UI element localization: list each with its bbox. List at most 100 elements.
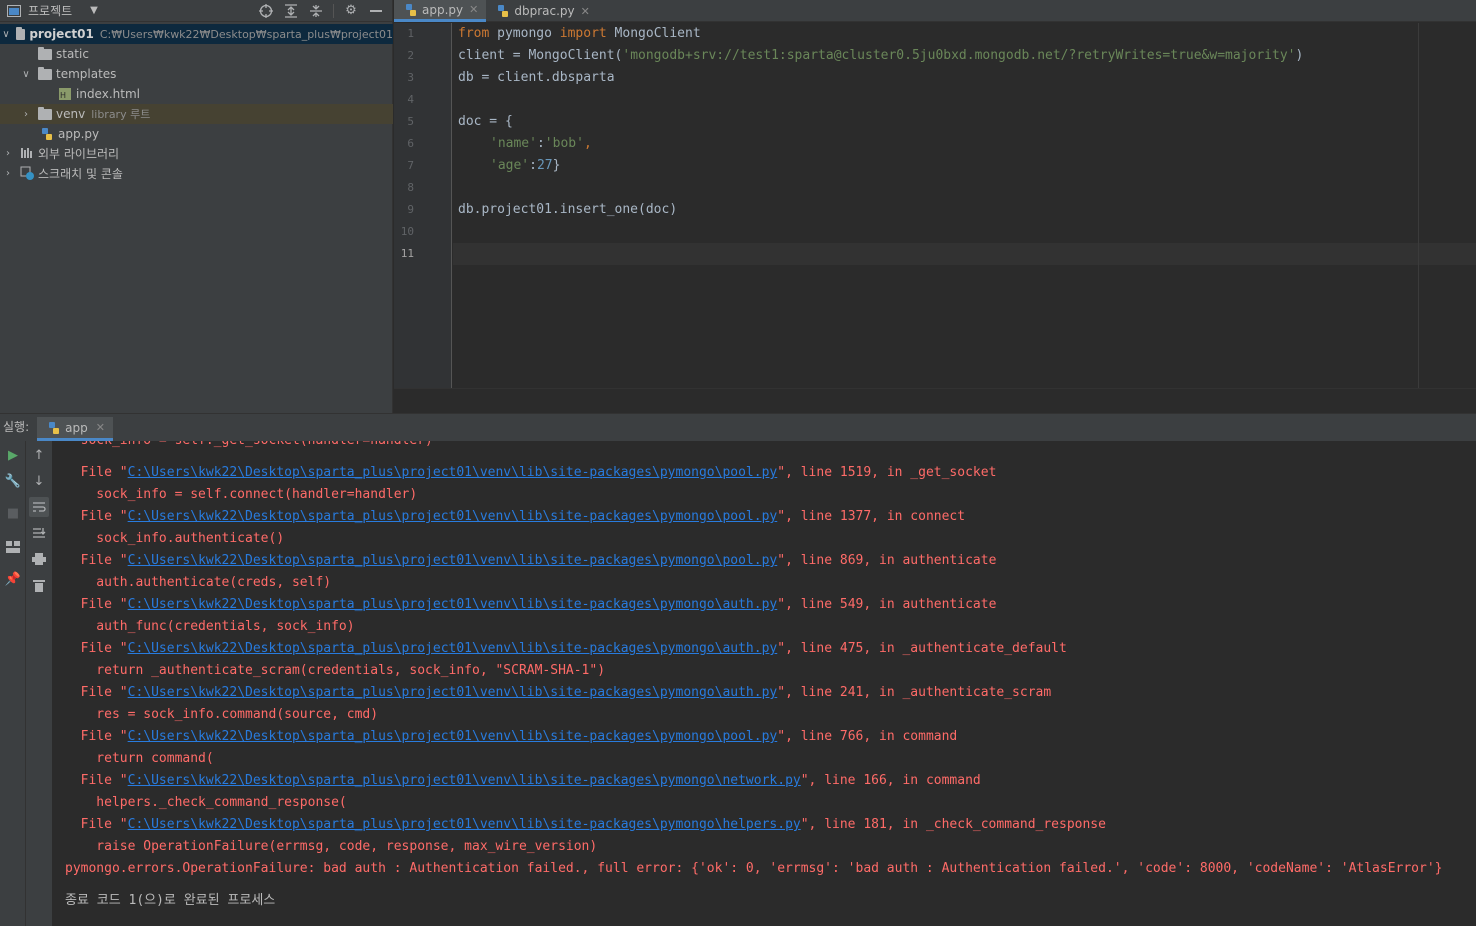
line-number: 7 [407,159,414,172]
tree-item-scratches[interactable]: › 스크래치 및 콘솔 [0,163,393,183]
console-text: File " [65,597,128,612]
run-tab-label: app [65,420,88,435]
folder-icon [38,106,52,120]
tree-item-label: app.py [58,127,100,141]
chevron-right-icon[interactable]: › [2,168,14,179]
file-link[interactable]: C:\Users\kwk22\Desktop\sparta_plus\proje… [128,773,801,788]
console-text: helpers._check_command_response( [65,795,347,810]
line-number: 9 [407,203,414,216]
tree-item-app-py[interactable]: app.py [0,124,393,144]
code-line-9: db.project01.insert_one(doc) [458,202,678,217]
locate-icon[interactable] [258,3,274,19]
console-line: File "C:\Users\kwk22\Desktop\sparta_plus… [65,594,997,616]
code-line-2: client = MongoClient('mongodb+srv://test… [458,48,1304,63]
line-number: 11 [400,247,414,260]
code-line-1: from pymongo import MongoClient [458,26,701,41]
tree-item-external-libraries[interactable]: › 외부 라이브러리 [0,143,393,163]
console-line: res = sock_info.command(source, cmd) [65,704,378,726]
tab-label: app.py [422,2,464,17]
console-text: File " [65,729,128,744]
tab-label: dbprac.py [514,4,575,18]
wrench-icon[interactable]: 🔧 [3,471,23,491]
svg-text:H: H [60,91,66,100]
pin-icon[interactable]: 📌 [3,569,23,589]
line-number: 10 [400,225,414,238]
scratch-icon [20,166,34,180]
console-text: ", line 1377, in connect [777,509,966,524]
console-line: sock_info = self._get_socket(handler=han… [65,441,433,452]
tree-item-label: index.html [76,87,140,101]
collapse-all-icon[interactable] [308,3,324,19]
code-line-3: db = client.dbsparta [458,70,615,85]
chevron-down-icon[interactable]: ∨ [2,29,10,40]
file-link[interactable]: C:\Users\kwk22\Desktop\sparta_plus\proje… [128,685,778,700]
scroll-to-end-icon[interactable] [29,523,49,543]
layout-icon[interactable] [3,537,23,557]
console-text: raise OperationFailure(errmsg, code, res… [65,839,598,854]
project-header-title[interactable]: 프로젝트 [28,2,72,19]
chevron-right-icon[interactable]: › [20,109,32,120]
run-toolbar-left: ▶ 🔧 ■ 📌 [0,441,26,926]
arrow-down-icon[interactable]: ↓ [29,471,49,491]
file-link[interactable]: C:\Users\kwk22\Desktop\sparta_plus\proje… [128,729,778,744]
file-link[interactable]: C:\Users\kwk22\Desktop\sparta_plus\proje… [128,553,778,568]
console-text: sock_info = self._get_socket(handler=han… [65,441,433,448]
close-icon[interactable]: ✕ [581,5,590,18]
close-icon[interactable]: ✕ [96,421,105,434]
chevron-down-icon[interactable]: ▼ [90,5,98,16]
console-line: auth_func(credentials, sock_info) [65,616,355,638]
tree-item-index-html[interactable]: H index.html [0,84,393,104]
file-link[interactable]: C:\Users\kwk22\Desktop\sparta_plus\proje… [128,597,778,612]
python-file-icon [40,127,54,141]
run-tab-app[interactable]: app ✕ [37,417,113,441]
console-line: File "C:\Users\kwk22\Desktop\sparta_plus… [65,726,958,748]
python-file-icon [404,3,418,17]
hide-icon[interactable] [368,3,384,19]
tree-item-label: static [56,47,89,61]
console-text: auth_func(credentials, sock_info) [65,619,355,634]
stop-icon[interactable]: ■ [3,503,23,523]
folder-icon [15,26,26,40]
tree-item-label: 스크래치 및 콘솔 [38,166,123,181]
trash-icon[interactable] [29,575,49,595]
tab-app-py[interactable]: app.py ✕ [394,0,487,22]
print-icon[interactable] [29,549,49,569]
chevron-right-icon[interactable]: › [2,148,14,159]
console-line: pymongo.errors.OperationFailure: bad aut… [65,858,1443,880]
console-line: File "C:\Users\kwk22\Desktop\sparta_plus… [65,462,997,484]
expand-all-icon[interactable] [283,3,299,19]
project-panel: 프로젝트 ▼ ⚙ ∨ project01 C:₩Users₩kwk22₩Desk… [0,0,393,413]
console-text: sock_info = self.connect(handler=handler… [65,487,418,502]
chevron-down-icon[interactable]: ∨ [20,69,32,80]
soft-wrap-icon[interactable] [29,497,49,517]
file-link[interactable]: C:\Users\kwk22\Desktop\sparta_plus\proje… [128,817,801,832]
console-text: File " [65,465,128,480]
python-file-icon [496,4,510,18]
tree-item-templates[interactable]: ∨ templates [0,64,393,84]
console-text: res = sock_info.command(source, cmd) [65,707,379,722]
tree-item-static[interactable]: static [0,44,393,64]
console-line: File "C:\Users\kwk22\Desktop\sparta_plus… [65,550,997,572]
rerun-icon[interactable]: ▶ [3,445,23,465]
tree-item-project01[interactable]: ∨ project01 C:₩Users₩kwk22₩Desktop₩spart… [0,24,393,44]
file-link[interactable]: C:\Users\kwk22\Desktop\sparta_plus\proje… [128,465,778,480]
file-link[interactable]: C:\Users\kwk22\Desktop\sparta_plus\proje… [128,509,778,524]
gear-icon[interactable]: ⚙ [343,3,359,19]
line-number-gutter: 1 2 3 4 5 6 7 8 9 10 11 [394,23,452,388]
tree-item-venv[interactable]: › venv library 루트 [0,104,393,124]
line-number: 5 [407,115,414,128]
close-icon[interactable]: ✕ [469,3,478,16]
folder-icon [38,66,52,80]
line-number: 2 [407,49,414,62]
html-file-icon: H [58,87,72,101]
console-output[interactable]: sock_info = self._get_socket(handler=han… [54,441,1476,926]
tab-dbprac-py[interactable]: dbprac.py ✕ [486,0,598,22]
console-line: File "C:\Users\kwk22\Desktop\sparta_plus… [65,770,981,792]
console-line: auth.authenticate(creds, self) [65,572,331,594]
file-link[interactable]: C:\Users\kwk22\Desktop\sparta_plus\proje… [128,641,778,656]
line-number: 1 [407,27,414,40]
console-text: auth.authenticate(creds, self) [65,575,332,590]
console-text: File " [65,553,128,568]
arrow-up-icon[interactable]: ↑ [29,445,49,465]
toolbar-separator [333,3,334,18]
